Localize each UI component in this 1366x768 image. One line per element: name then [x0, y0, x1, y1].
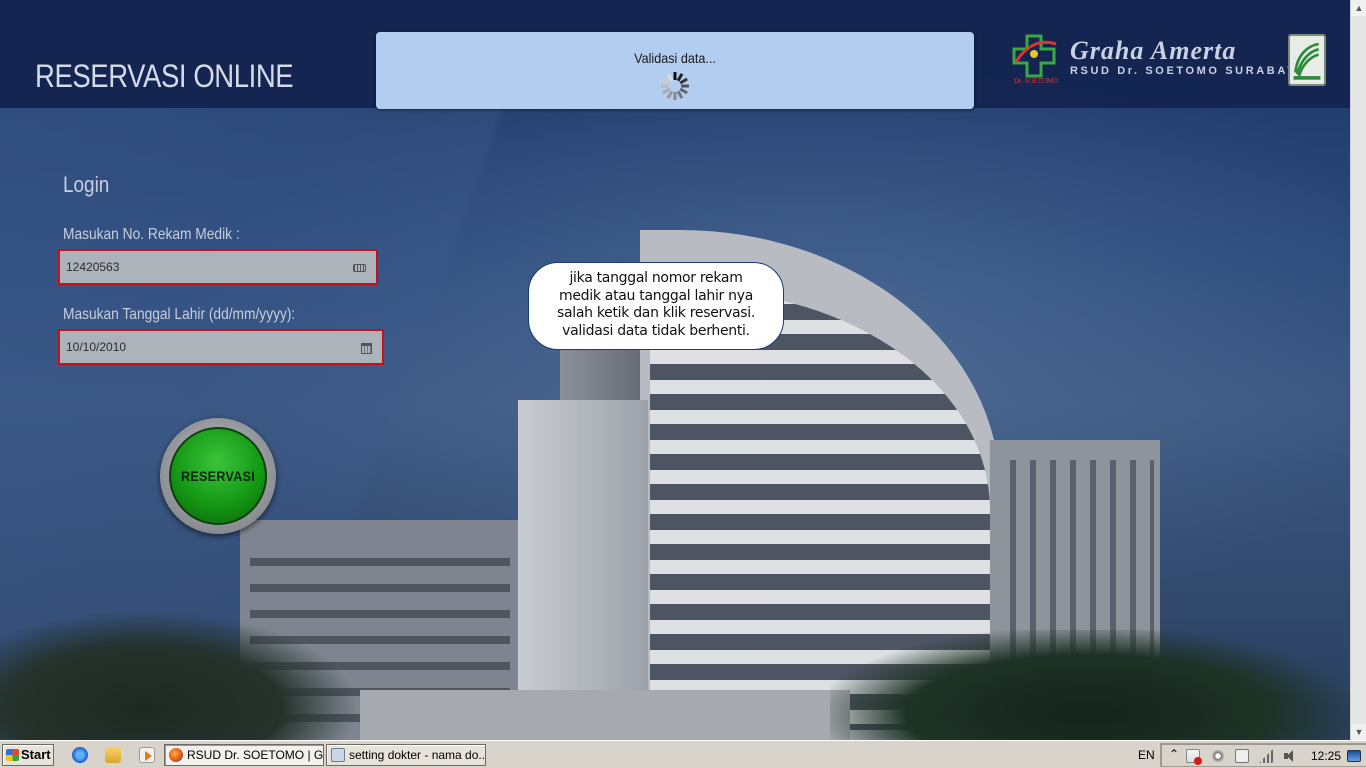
taskbar: Start RSUD Dr. SOETOMO | Gr... setting d…	[0, 740, 1366, 768]
folder-icon[interactable]	[105, 747, 121, 763]
internet-explorer-icon[interactable]	[72, 747, 88, 763]
firefox-icon	[169, 748, 183, 762]
spinner-icon	[661, 72, 689, 100]
language-indicator[interactable]: EN	[1138, 748, 1155, 762]
tray-expand-icon[interactable]: ⌃	[1169, 747, 1179, 761]
taskbar-item-browser[interactable]: RSUD Dr. SOETOMO | Gr...	[164, 744, 324, 766]
media-player-icon[interactable]	[139, 747, 155, 763]
birth-date-input[interactable]	[66, 335, 306, 359]
page-title: RESERVASI ONLINE	[35, 58, 294, 94]
browser-viewport: RESERVASI ONLINE Dr. SOETOMO Graha Amert…	[0, 0, 1350, 740]
logo-name: Graha Amerta	[1070, 36, 1237, 65]
logo-subtitle: RSUD Dr. SOETOMO SURABAYA	[1070, 65, 1307, 77]
trees-right	[830, 630, 1350, 740]
clock[interactable]: 12:25	[1311, 749, 1341, 763]
trees-left	[0, 610, 360, 740]
reservasi-button-label: RESERVASI	[180, 468, 256, 484]
start-button[interactable]: Start	[2, 744, 54, 766]
medical-cross-icon	[1012, 34, 1057, 78]
signal-strength-icon[interactable]	[1259, 749, 1273, 763]
callout-line: salah ketik dan klik reservasi.	[557, 305, 755, 321]
birth-date-label: Masukan Tanggal Lahir (dd/mm/yyyy):	[63, 306, 296, 323]
windows-logo-icon	[6, 749, 19, 761]
login-heading: Login	[63, 172, 110, 197]
show-desktop-icon[interactable]	[1347, 750, 1361, 762]
system-tray: ⌃ 12:25	[1160, 743, 1366, 767]
logo-cross-caption: Dr. SOETOMO	[1014, 77, 1059, 85]
taskbar-item-setting[interactable]: setting dokter - nama do...	[326, 744, 486, 766]
reservasi-button[interactable]: RESERVASI	[160, 418, 276, 534]
keyboard-icon[interactable]	[353, 264, 366, 272]
callout-line: validasi data tidak berhenti.	[562, 322, 750, 339]
action-center-flag-icon[interactable]	[1186, 749, 1202, 765]
birth-date-field-wrapper	[58, 329, 384, 365]
hospital-building-tower	[518, 400, 648, 740]
validation-message: Validasi data...	[634, 50, 716, 66]
start-label: Start	[21, 747, 51, 762]
building-lower-wing	[360, 690, 850, 740]
medical-record-field-wrapper	[58, 249, 378, 285]
vertical-scrollbar[interactable]: ▲ ▼	[1350, 0, 1366, 740]
callout-line: medik atau tanggal lahir nya	[559, 287, 753, 304]
taskbar-item-label: setting dokter - nama do...	[349, 748, 486, 762]
accreditation-seal-icon	[1288, 34, 1326, 86]
scroll-down-arrow-icon[interactable]: ▼	[1351, 724, 1366, 740]
calendar-icon[interactable]	[361, 343, 372, 354]
validation-dialog: Validasi data...	[376, 32, 974, 109]
annotation-callout: jika tanggal nomor rekam medik atau tang…	[528, 262, 784, 350]
medical-record-input[interactable]	[66, 255, 306, 279]
callout-line: jika tanggal nomor rekam	[569, 270, 743, 286]
volume-icon[interactable]	[1283, 749, 1297, 763]
medical-record-label: Masukan No. Rekam Medik :	[63, 226, 240, 243]
network-icon[interactable]	[1235, 749, 1249, 763]
gear-icon[interactable]	[1211, 749, 1225, 763]
hospital-logo: Dr. SOETOMO Graha Amerta RSUD Dr. SOETOM…	[1010, 32, 1330, 88]
scroll-up-arrow-icon[interactable]: ▲	[1351, 0, 1366, 16]
taskbar-item-label: RSUD Dr. SOETOMO | Gr...	[187, 748, 324, 762]
application-icon	[331, 748, 345, 762]
